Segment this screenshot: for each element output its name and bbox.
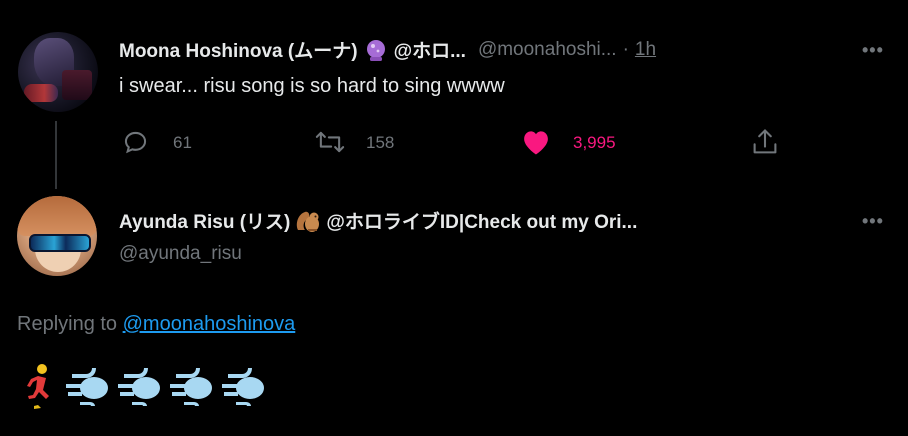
author-handle[interactable]: @moonahoshi... [478,39,617,61]
reply-button[interactable] [122,129,149,156]
share-icon [753,129,777,154]
woman-running-icon [27,364,49,409]
author-name-suffix[interactable]: @ホロ... [394,36,466,63]
retweet-icon [315,131,345,153]
retweet-count: 158 [366,133,395,152]
tweet-header: Moona Hoshinova (ムーナ) @ホロ... @moonahoshi… [119,36,656,63]
reply-body [20,362,268,410]
reply-more-options-icon[interactable]: ••• [862,211,884,232]
replying-to-line: Replying to @moonahoshinova [17,313,295,336]
avatar-risu[interactable] [17,196,97,276]
dashing-away-icon [118,368,160,406]
reply-header: Ayunda Risu (リス) @ホロライブID|Check out my O… [119,207,637,234]
reply-count: 61 [173,133,192,152]
like-button[interactable] [521,128,551,156]
reply-author-name[interactable]: Ayunda Risu (リス) [119,207,290,234]
crystal-ball-icon [366,39,385,61]
more-options-icon[interactable]: ••• [862,40,884,61]
dashing-away-icon [222,368,264,406]
reply-icon [124,131,147,154]
replying-prefix: Replying to [17,313,118,335]
thread-line [55,121,57,189]
reply-author-name-suffix[interactable]: @ホロライブID|Check out my Ori... [326,207,637,234]
tweet-text: i swear... risu song is so hard to sing … [119,75,505,97]
timestamp[interactable]: 1h [635,39,656,61]
share-button[interactable] [751,127,779,157]
like-count: 3,995 [573,133,616,152]
chipmunk-icon [297,211,320,232]
replying-to-link[interactable]: @moonahoshinova [123,313,296,335]
retweet-button[interactable] [314,128,346,156]
avatar-moona[interactable] [18,32,98,112]
author-name[interactable]: Moona Hoshinova (ムーナ) [119,36,358,63]
dashing-away-icon [170,368,212,406]
reply-author-handle[interactable]: @ayunda_risu [119,243,242,265]
heart-icon [524,131,548,155]
separator: · [622,38,629,60]
dashing-away-icon [66,368,108,406]
